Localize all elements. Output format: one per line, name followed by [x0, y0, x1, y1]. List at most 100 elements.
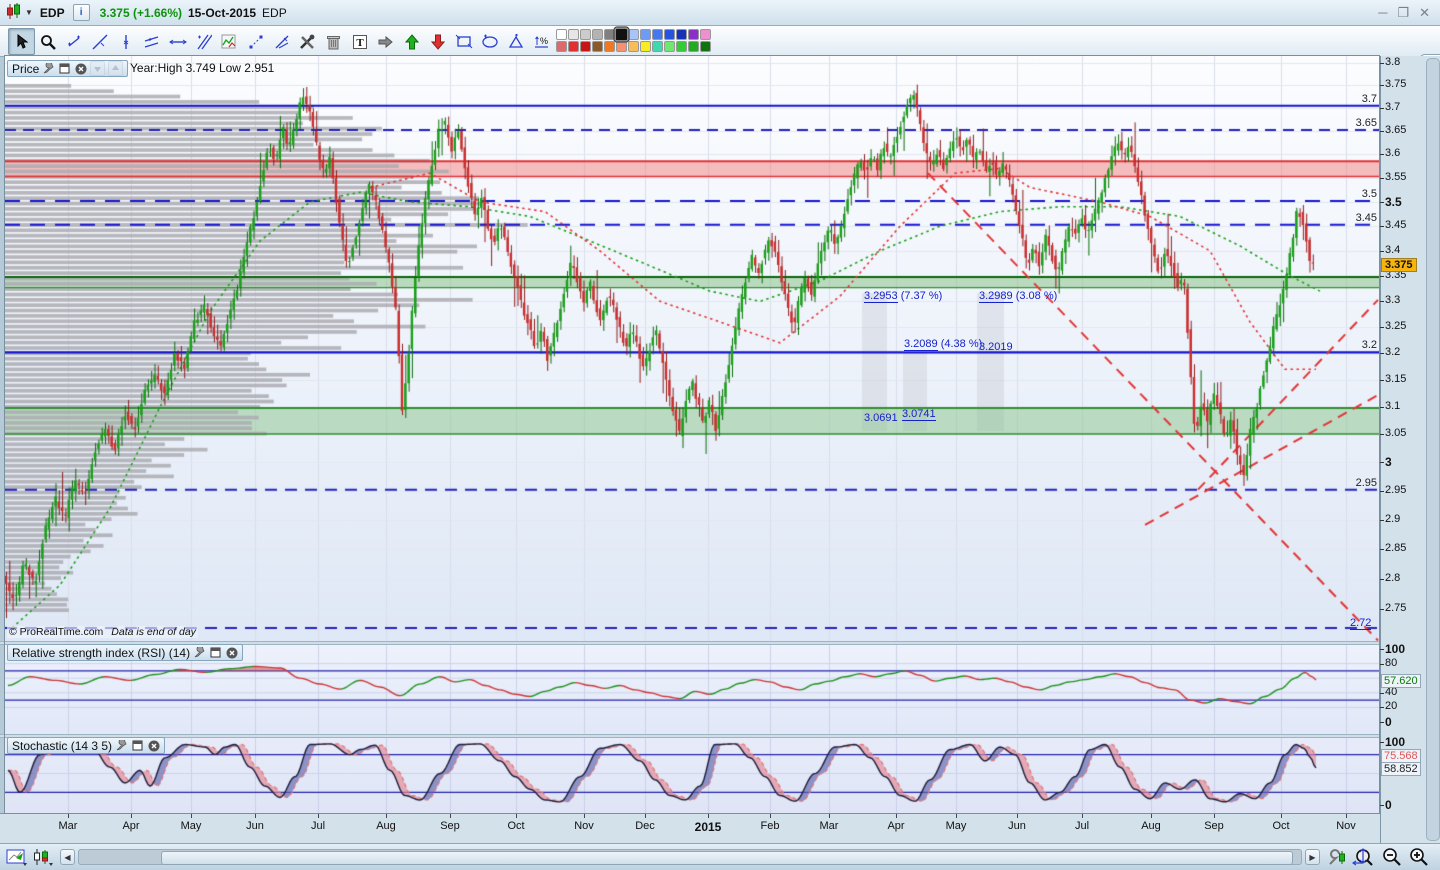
zoom-fit-button[interactable] [1352, 847, 1376, 867]
chart-annotation[interactable]: 3.2019 [979, 341, 1013, 353]
percent-variation-tool-button[interactable]: % [528, 28, 555, 55]
chart-annotation[interactable]: 3.2953 (7.37 %) [864, 290, 942, 302]
stochastic-chart-canvas[interactable] [5, 738, 1379, 813]
rectangle-tool-button[interactable] [450, 28, 477, 55]
screenshot-export-button[interactable] [6, 847, 28, 867]
instrument-symbol[interactable]: EDP [40, 6, 65, 20]
price-axis-tick: 3.7 [1385, 101, 1400, 113]
scroll-right-button[interactable]: ▶ [1305, 849, 1320, 865]
palette-swatch[interactable] [580, 41, 591, 52]
palette-swatch[interactable] [556, 41, 567, 52]
points-tool-button[interactable] [242, 28, 269, 55]
rsi-close-icon[interactable] [225, 646, 238, 659]
chart-annotation[interactable]: 2.72 [1350, 617, 1371, 629]
month-label: Sep [440, 820, 460, 832]
stochastic-settings-wrench-icon[interactable] [115, 739, 128, 752]
chart-adjust-button[interactable] [1328, 847, 1348, 867]
horizontal-line-tool-button[interactable] [164, 28, 191, 55]
chart-annotation[interactable]: 3.0741 [902, 408, 936, 420]
stochastic-k-value-badge: 58.852 [1381, 762, 1421, 776]
rsi-panel-header: Relative strength index (RSI) (14) [7, 644, 243, 661]
palette-swatch[interactable] [615, 28, 629, 42]
panel-separator[interactable] [0, 734, 1380, 738]
rsi-settings-wrench-icon[interactable] [193, 646, 206, 659]
month-tick-mark [829, 813, 830, 818]
sell-arrow-button[interactable] [424, 28, 451, 55]
time-axis[interactable] [0, 813, 1380, 843]
chart-annotation[interactable]: 3.0691 [864, 412, 898, 424]
display-mode-button[interactable] [32, 847, 54, 867]
settings-tools-button[interactable] [294, 28, 321, 55]
text-tool-button[interactable]: T [346, 28, 373, 55]
annotation-value: 3.2989 [979, 290, 1013, 303]
price-axis-tick: 3.25 [1385, 320, 1406, 332]
parallel-lines-tool-button[interactable] [138, 28, 165, 55]
minimize-button[interactable]: ─ [1378, 5, 1387, 21]
palette-swatch[interactable] [640, 41, 651, 52]
price-chart-canvas[interactable] [5, 56, 1379, 641]
delete-tool-button[interactable] [320, 28, 347, 55]
palette-swatch[interactable] [616, 41, 627, 52]
scrollbar-thumb[interactable] [161, 851, 1293, 865]
info-button[interactable]: i [73, 4, 90, 21]
palette-swatch[interactable] [568, 41, 579, 52]
channel-tool-button[interactable] [190, 28, 217, 55]
palette-swatch[interactable] [604, 41, 615, 52]
quote-date: 15-Oct-2015 [188, 6, 256, 20]
ellipse-tool-button[interactable] [476, 28, 503, 55]
annotation-value: 2.72 [1350, 617, 1371, 630]
month-label: Apr [887, 820, 904, 832]
vertical-scrollbar[interactable] [1426, 58, 1440, 841]
palette-swatch[interactable] [700, 41, 711, 52]
instrument-dropdown-caret[interactable]: ▼ [25, 8, 33, 17]
palette-swatch[interactable] [652, 41, 663, 52]
palette-swatch[interactable] [592, 41, 603, 52]
stochastic-close-icon[interactable] [147, 739, 160, 752]
rsi-window-icon[interactable] [209, 646, 222, 659]
price-close-icon[interactable] [74, 62, 87, 75]
zoom-tool-button[interactable] [34, 28, 61, 55]
horizontal-scrollbar[interactable] [78, 849, 1302, 865]
price-move-down-icon[interactable] [90, 61, 105, 76]
chart-annotation[interactable]: 3.2989 (3.08 %) [979, 290, 1057, 302]
restore-button[interactable]: ❐ [1397, 5, 1409, 21]
palette-swatch[interactable] [652, 29, 663, 40]
palette-swatch[interactable] [604, 29, 615, 40]
vertical-line-tool-button[interactable] [112, 28, 139, 55]
stochastic-window-icon[interactable] [131, 739, 144, 752]
line-tool-button[interactable] [86, 28, 113, 55]
price-settings-wrench-icon[interactable] [42, 62, 55, 75]
close-button[interactable]: ✕ [1419, 5, 1430, 21]
triangle-tool-button[interactable] [502, 28, 529, 55]
select-tool-button[interactable] [8, 28, 35, 55]
scroll-left-button[interactable]: ◀ [60, 849, 75, 865]
palette-swatch[interactable] [556, 29, 567, 40]
palette-swatch[interactable] [676, 41, 687, 52]
palette-swatch[interactable] [640, 29, 651, 40]
chart-annotation[interactable]: 3.2089 (4.38 %) [904, 338, 982, 350]
palette-swatch[interactable] [628, 29, 639, 40]
palette-swatch[interactable] [628, 41, 639, 52]
segment-tool-button[interactable] [60, 28, 87, 55]
price-move-up-icon[interactable] [108, 61, 123, 76]
pattern-tool-button[interactable] [216, 28, 243, 55]
palette-swatch[interactable] [592, 29, 603, 40]
angle-tool-button[interactable] [268, 28, 295, 55]
zoom-out-button[interactable] [1381, 847, 1403, 867]
palette-swatch[interactable] [676, 29, 687, 40]
palette-swatch[interactable] [664, 41, 675, 52]
palette-swatch[interactable] [688, 41, 699, 52]
window-controls: ─ ❐ ✕ [1378, 5, 1440, 21]
buy-arrow-button[interactable] [398, 28, 425, 55]
zoom-in-button[interactable] [1408, 847, 1430, 867]
copyright-text: © ProRealTime.com [9, 626, 103, 638]
month-label: Jun [1008, 820, 1026, 832]
palette-swatch[interactable] [688, 29, 699, 40]
palette-swatch[interactable] [568, 29, 579, 40]
palette-swatch[interactable] [700, 29, 711, 40]
continue-arrow-button[interactable] [372, 28, 399, 55]
palette-swatch[interactable] [580, 29, 591, 40]
month-tick-mark [191, 813, 192, 818]
price-window-icon[interactable] [58, 62, 71, 75]
palette-swatch[interactable] [664, 29, 675, 40]
